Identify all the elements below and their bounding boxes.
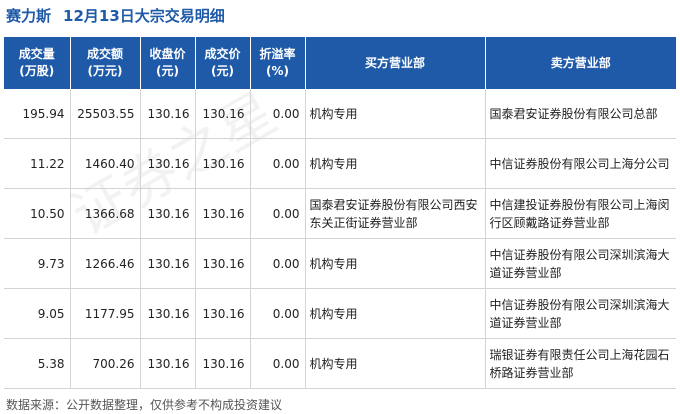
table-cell: 130.16 <box>195 288 251 339</box>
table-cell: 0.00 <box>250 138 306 189</box>
data-source-note: 数据来源：公开数据整理，仅供参考不构成投资建议 <box>6 398 283 412</box>
column-header-text: 成交价 <box>204 47 241 61</box>
table-cell: 130.16 <box>195 89 251 139</box>
column-header-text: (元) <box>156 64 179 78</box>
table-cell: 130.16 <box>195 138 251 189</box>
table-cell: 130.16 <box>140 238 196 289</box>
table-row: 10.50 1366.68 130.16 130.16 0.00 国泰君安证券股份有限公司… <box>4 188 676 239</box>
table-cell: 1460.40 <box>70 138 141 189</box>
table-cell: 0.00 <box>250 338 306 389</box>
page-title-bar: 赛力斯 12月13日大宗交易明细 <box>6 4 225 26</box>
table-cell: 130.16 <box>140 89 196 139</box>
table-cell: 机构专用 <box>305 238 486 289</box>
column-header: 买方营业部 <box>305 37 486 89</box>
column-header-text: (万元) <box>87 64 123 78</box>
column-header-text: 成交量 <box>18 47 55 61</box>
table-cell: 195.94 <box>4 89 71 139</box>
column-header-text: (%) <box>266 64 289 78</box>
table-cell: 0.00 <box>250 89 306 139</box>
table-cell: 中信证券股份有限公司上海分公司 <box>485 138 676 189</box>
column-header-text: 买方营业部 <box>364 55 425 70</box>
table-cell: 国泰君安证券股份有限公司总部 <box>485 89 676 139</box>
table-cell: 中信证券股份有限公司深圳滨海大道证券营业部 <box>485 238 676 289</box>
table-cell: 机构专用 <box>305 338 486 389</box>
table-cell: 9.73 <box>4 238 71 289</box>
table-cell: 机构专用 <box>305 138 486 189</box>
column-header: 卖方营业部 <box>485 37 676 89</box>
column-header-text: 收盘价 <box>149 47 186 61</box>
table-cell: 130.16 <box>195 238 251 289</box>
stock-name: 赛力斯 <box>6 6 52 25</box>
table-cell: 瑞银证券有限责任公司上海花园石桥路证券营业部 <box>485 338 676 389</box>
table-cell: 中信建投证券股份有限公司上海闵行区顾戴路证券营业部 <box>485 188 676 239</box>
table-cell: 1177.95 <box>70 288 141 339</box>
column-header-text: (元) <box>211 64 234 78</box>
column-header-text: 成交额 <box>86 47 123 61</box>
table-row: 9.73 1266.46 130.16 130.16 0.00 机构专用 中信证券股份有限公… <box>4 238 676 289</box>
table-cell: 机构专用 <box>305 288 486 339</box>
table-row: 5.38 700.26 130.16 130.16 0.00 机构专用 瑞银证券有限责任公司… <box>4 338 676 389</box>
table-row: 11.22 1460.40 130.16 130.16 0.00 机构专用 中信证券股份有限… <box>4 138 676 189</box>
table-row: 195.94 25503.55 130.16 130.16 0.00 机构专用 国泰君安证券… <box>4 89 676 139</box>
table-cell: 0.00 <box>250 188 306 239</box>
table-cell: 1266.46 <box>70 238 141 289</box>
table-row: 9.05 1177.95 130.16 130.16 0.00 机构专用 中信证券股份有限公… <box>4 288 676 339</box>
block-trade-table: 成交量 (万股) 成交额 (万元) 收盘价 (元) 成交价 (元) 折溢率 (%) 买方营业部 卖方营… <box>4 37 676 389</box>
table-cell: 700.26 <box>70 338 141 389</box>
column-header-text: 卖方营业部 <box>550 55 611 70</box>
column-header: 成交价 (元) <box>195 37 251 89</box>
table-cell: 130.16 <box>195 338 251 389</box>
table-cell: 中信证券股份有限公司深圳滨海大道证券营业部 <box>485 288 676 339</box>
table-cell: 5.38 <box>4 338 71 389</box>
table-cell: 1366.68 <box>70 188 141 239</box>
table-cell: 130.16 <box>140 138 196 189</box>
table-cell: 9.05 <box>4 288 71 339</box>
column-header: 折溢率 (%) <box>250 37 306 89</box>
table-cell: 国泰君安证券股份有限公司西安东关正街证券营业部 <box>305 188 486 239</box>
column-header: 成交量 (万股) <box>4 37 71 89</box>
table-cell: 机构专用 <box>305 89 486 139</box>
table-body: 195.94 25503.55 130.16 130.16 0.00 机构专用 国泰君安证券… <box>4 89 676 389</box>
table-cell: 130.16 <box>140 338 196 389</box>
column-header-text: (万股) <box>19 64 55 78</box>
table-cell: 130.16 <box>195 188 251 239</box>
table-cell: 0.00 <box>250 238 306 289</box>
table-cell: 11.22 <box>4 138 71 189</box>
table-cell: 130.16 <box>140 288 196 339</box>
table-header-row: 成交量 (万股) 成交额 (万元) 收盘价 (元) 成交价 (元) 折溢率 (%) 买方营业部 卖方营… <box>4 37 676 89</box>
column-header: 成交额 (万元) <box>70 37 141 89</box>
column-header: 收盘价 (元) <box>140 37 196 89</box>
column-header-text: 折溢率 <box>259 47 296 61</box>
table-cell: 0.00 <box>250 288 306 339</box>
table-cell: 25503.55 <box>70 89 141 139</box>
table-cell: 10.50 <box>4 188 71 239</box>
table-cell: 130.16 <box>140 188 196 239</box>
page-title: 12月13日大宗交易明细 <box>63 6 225 25</box>
